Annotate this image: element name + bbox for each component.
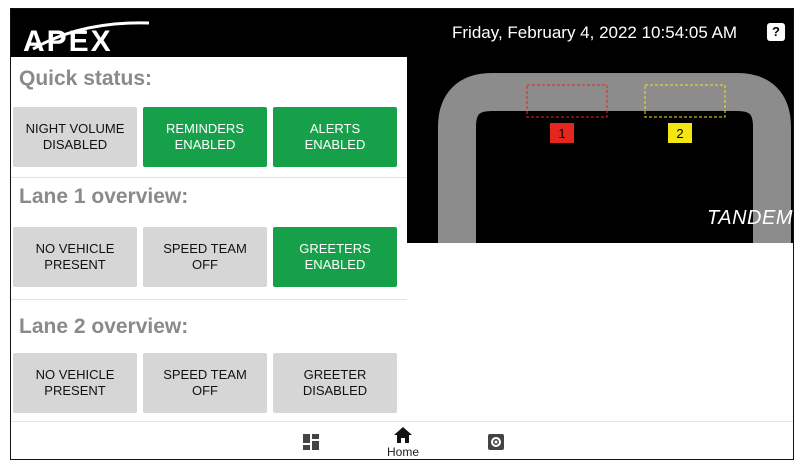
dashboard-icon xyxy=(303,434,319,450)
home-button[interactable]: Home xyxy=(387,426,419,459)
reminders-tile[interactable]: REMINDERS ENABLED xyxy=(143,107,267,167)
info-panel xyxy=(407,243,793,421)
current-datetime: Friday, February 4, 2022 10:54:05 AM xyxy=(452,23,738,42)
gear-icon xyxy=(488,434,504,450)
help-button[interactable]: ? xyxy=(767,23,785,41)
dashboard-button[interactable] xyxy=(303,434,319,450)
lane2-greeter-tile[interactable]: GREETER DISABLED xyxy=(273,353,397,413)
section-divider xyxy=(11,177,407,178)
brand-text: APEX xyxy=(23,25,113,55)
bottom-nav: Home xyxy=(11,421,793,459)
lane1-vehicle-tile[interactable]: NO VEHICLE PRESENT xyxy=(13,227,137,287)
section-divider xyxy=(11,299,407,300)
lane2-marker-label: 2 xyxy=(676,126,683,141)
alerts-tile[interactable]: ALERTS ENABLED xyxy=(273,107,397,167)
layout-label: TANDEM xyxy=(707,207,793,229)
lane1-title: Lane 1 overview: xyxy=(19,185,189,208)
header-bar: APEX Friday, February 4, 2022 10:54:05 A… xyxy=(11,9,793,57)
lane1-greeters-tile[interactable]: GREETERS ENABLED xyxy=(273,227,397,287)
home-icon xyxy=(394,427,412,443)
lane1-marker-label: 1 xyxy=(558,126,565,141)
lane2-vehicle-tile[interactable]: NO VEHICLE PRESENT xyxy=(13,353,137,413)
lane2-title: Lane 2 overview: xyxy=(19,315,189,338)
quick-status-title: Quick status: xyxy=(19,67,153,90)
settings-button[interactable] xyxy=(488,434,504,450)
lane2-speed-team-tile[interactable]: SPEED TEAM OFF xyxy=(143,353,267,413)
lane1-speed-team-tile[interactable]: SPEED TEAM OFF xyxy=(143,227,267,287)
lane-map: 1 2 TANDEM xyxy=(407,57,793,257)
apex-logo: APEX xyxy=(23,21,150,55)
night-volume-tile[interactable]: NIGHT VOLUME DISABLED xyxy=(13,107,137,167)
device-screen: APEX Friday, February 4, 2022 10:54:05 A… xyxy=(10,8,794,460)
status-panel: Quick status: NIGHT VOLUME DISABLED REMI… xyxy=(11,57,407,421)
home-label: Home xyxy=(387,445,420,459)
